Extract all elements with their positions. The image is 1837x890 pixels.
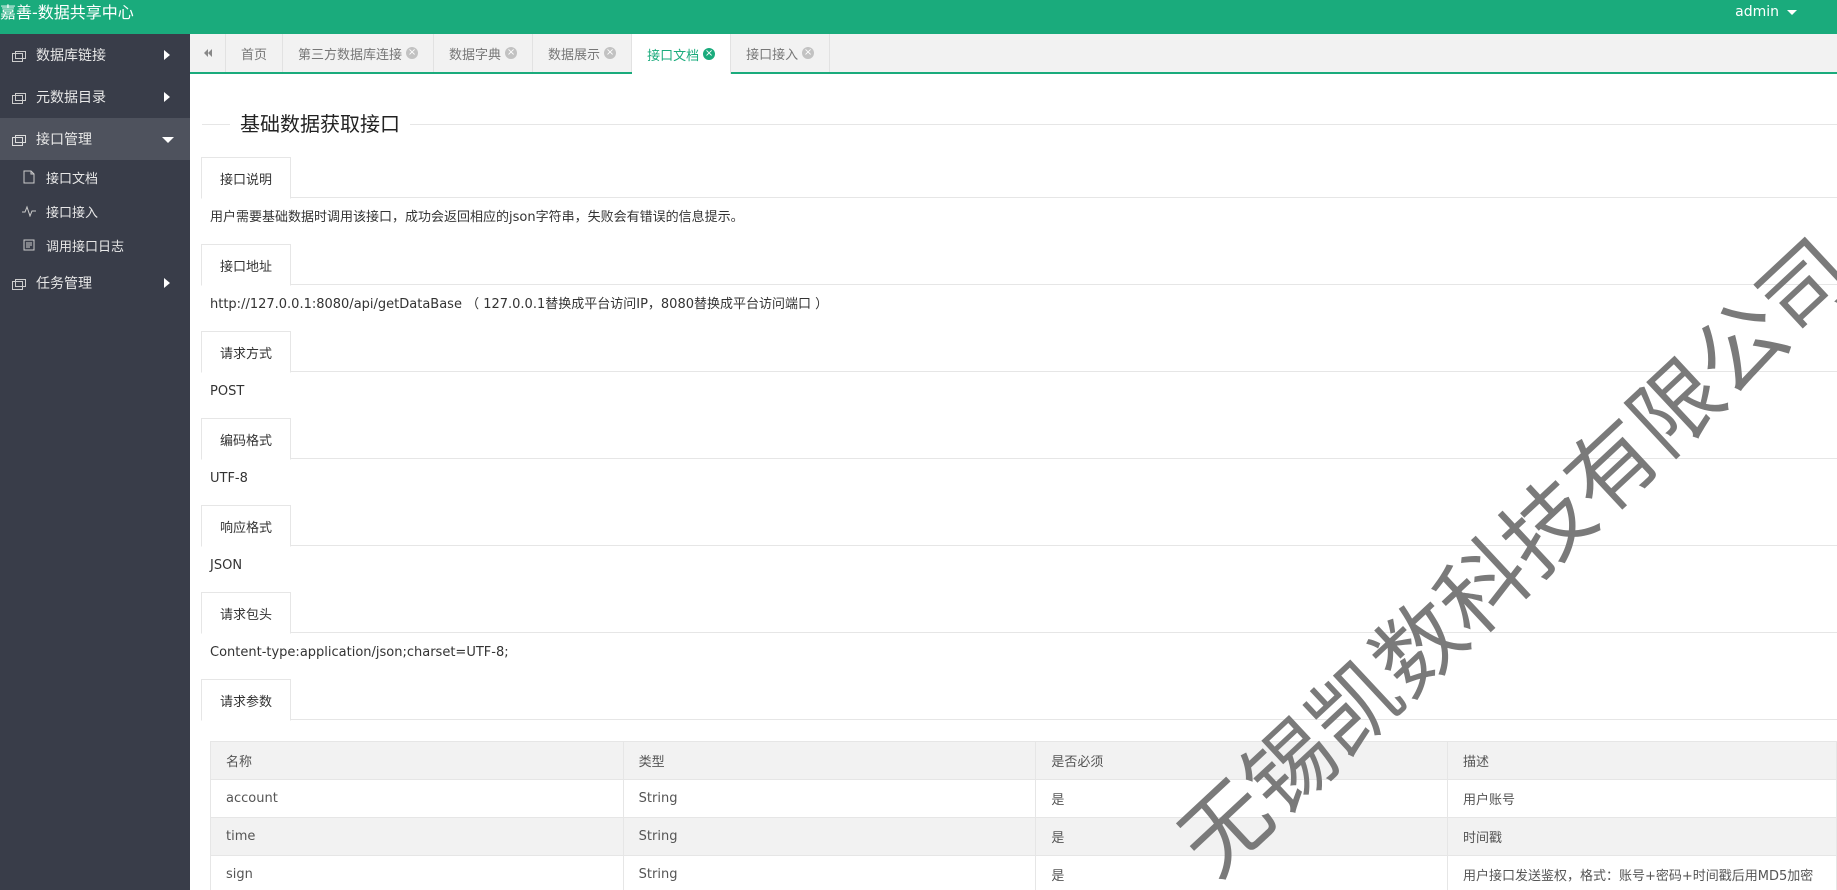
table-header-cell: 类型 <box>622 741 1037 780</box>
section-encoding: 编码格式 UTF-8 <box>201 418 1837 487</box>
sidebar: 数据库链接 元数据目录 接口管理 接口文档 接口接入 调用接口日志 任务管理 <box>0 34 190 890</box>
close-icon[interactable]: × <box>604 47 617 59</box>
tab-interface-docs[interactable]: 接口文档 × <box>632 34 732 74</box>
section-text: 用户需要基础数据时调用该接口，成功会返回相应的json字符串，失败会有错误的信息… <box>210 210 744 225</box>
user-name: admin <box>1735 4 1779 20</box>
section-address: 接口地址 http://127.0.0.1:8080/api/getDataBa… <box>201 244 1837 313</box>
section-text: UTF-8 <box>210 471 248 486</box>
params-table: 名称 类型 是否必须 描述 account String 是 用户账号 time… <box>210 741 1837 890</box>
tab-label: 首页 <box>241 47 268 63</box>
table-row: time String 是 时间戳 <box>210 817 1837 856</box>
server-icon <box>12 278 26 290</box>
table-row: sign String 是 用户接口发送鉴权，格式：账号+密码+时间戳后用MD5… <box>210 855 1837 890</box>
table-header-cell: 名称 <box>210 741 624 780</box>
sidebar-item-label: 元数据目录 <box>36 90 106 106</box>
server-icon <box>12 134 26 146</box>
sidebar-subitem-label: 接口接入 <box>46 205 99 221</box>
table-cell: String <box>622 779 1037 818</box>
tab-label: 第三方数据库连接 <box>298 47 403 63</box>
tab-label: 接口接入 <box>746 47 799 63</box>
section-description: 接口说明 用户需要基础数据时调用该接口，成功会返回相应的json字符串，失败会有… <box>201 157 1837 226</box>
table-cell: 用户账号 <box>1447 779 1837 818</box>
section-tab[interactable]: 请求方式 <box>201 331 292 373</box>
sidebar-subitem-label: 调用接口日志 <box>46 239 125 255</box>
tab-home[interactable]: 首页 <box>226 34 284 72</box>
section-method: 请求方式 POST <box>201 331 1837 400</box>
table-cell: time <box>210 817 624 856</box>
tab-interface-access[interactable]: 接口接入 × <box>731 34 831 72</box>
chevron-right-icon <box>164 278 170 288</box>
sidebar-item-label: 接口管理 <box>36 132 92 148</box>
chevron-right-icon <box>164 50 170 60</box>
sidebar-item-task-management[interactable]: 任务管理 <box>0 262 190 304</box>
sidebar-subitem-call-log[interactable]: 调用接口日志 <box>0 228 190 262</box>
section-tab[interactable]: 请求包头 <box>201 592 292 634</box>
close-icon[interactable]: × <box>406 47 419 59</box>
section-params: 请求参数 <box>201 679 1837 721</box>
section-tab[interactable]: 编码格式 <box>201 418 292 460</box>
sidebar-subitem-interface-docs[interactable]: 接口文档 <box>0 160 190 194</box>
table-header-cell: 描述 <box>1447 741 1837 780</box>
table-header-row: 名称 类型 是否必须 描述 <box>210 741 1837 780</box>
app-title: 嘉善-数据共享中心 <box>0 3 134 22</box>
section-response-format: 响应格式 JSON <box>201 505 1837 574</box>
log-icon <box>22 238 36 252</box>
section-text: http://127.0.0.1:8080/api/getDataBase （ … <box>210 297 829 312</box>
sidebar-subitem-interface-access[interactable]: 接口接入 <box>0 194 190 228</box>
tab-third-party-db[interactable]: 第三方数据库连接 × <box>283 34 435 72</box>
section-headers: 请求包头 Content-type:application/json;chars… <box>201 592 1837 661</box>
table-cell: sign <box>210 855 624 890</box>
close-icon[interactable]: × <box>505 47 518 59</box>
chevron-down-icon <box>162 137 174 143</box>
user-menu[interactable]: admin <box>1735 3 1797 21</box>
chevron-right-icon <box>164 92 170 102</box>
submenu-interface-management: 接口文档 接口接入 调用接口日志 <box>0 160 190 262</box>
section-tab[interactable]: 响应格式 <box>201 505 292 547</box>
table-cell: 用户接口发送鉴权，格式：账号+密码+时间戳后用MD5加密 <box>1447 855 1837 890</box>
tab-label: 数据字典 <box>449 47 502 63</box>
close-icon[interactable]: × <box>703 48 716 60</box>
table-cell: String <box>622 817 1037 856</box>
section-tab[interactable]: 接口地址 <box>201 244 292 286</box>
section-text: POST <box>210 384 245 399</box>
table-cell: String <box>622 855 1037 890</box>
table-cell: account <box>210 779 624 818</box>
tab-bar: 首页 第三方数据库连接 × 数据字典 × 数据展示 × 接口文档 × 接口接入 … <box>190 34 1837 74</box>
table-cell: 是 <box>1035 817 1448 856</box>
page-title: 基础数据获取接口 <box>230 112 410 136</box>
sidebar-item-interface-management[interactable]: 接口管理 <box>0 118 190 160</box>
table-cell: 是 <box>1035 779 1448 818</box>
table-cell: 时间戳 <box>1447 817 1837 856</box>
tab-label: 接口文档 <box>647 48 700 64</box>
server-icon <box>12 92 26 104</box>
section-text: JSON <box>210 558 243 573</box>
section-tab[interactable]: 请求参数 <box>201 679 292 721</box>
table-header-cell: 是否必须 <box>1035 741 1448 780</box>
tab-label: 数据展示 <box>548 47 601 63</box>
table-cell: 是 <box>1035 855 1448 890</box>
chevron-down-icon <box>1787 9 1797 15</box>
section-tab[interactable]: 接口说明 <box>201 157 292 199</box>
top-header: 嘉善-数据共享中心 admin <box>0 0 1837 34</box>
sidebar-item-database-link[interactable]: 数据库链接 <box>0 34 190 76</box>
document-icon <box>22 170 36 184</box>
sidebar-item-label: 任务管理 <box>36 276 92 292</box>
pulse-icon <box>22 204 36 218</box>
server-icon <box>12 50 26 62</box>
sidebar-item-metadata-catalog[interactable]: 元数据目录 <box>0 76 190 118</box>
double-left-icon[interactable] <box>190 34 226 72</box>
tab-data-display[interactable]: 数据展示 × <box>533 34 633 72</box>
section-text: Content-type:application/json;charset=UT… <box>210 645 509 660</box>
table-row: account String 是 用户账号 <box>210 779 1837 818</box>
title-divider <box>202 124 1837 125</box>
close-icon[interactable]: × <box>802 47 815 59</box>
sidebar-item-label: 数据库链接 <box>36 48 106 64</box>
tab-data-dictionary[interactable]: 数据字典 × <box>434 34 534 72</box>
main-content: 基础数据获取接口 接口说明 用户需要基础数据时调用该接口，成功会返回相应的jso… <box>190 76 1837 890</box>
sidebar-subitem-label: 接口文档 <box>46 171 99 187</box>
